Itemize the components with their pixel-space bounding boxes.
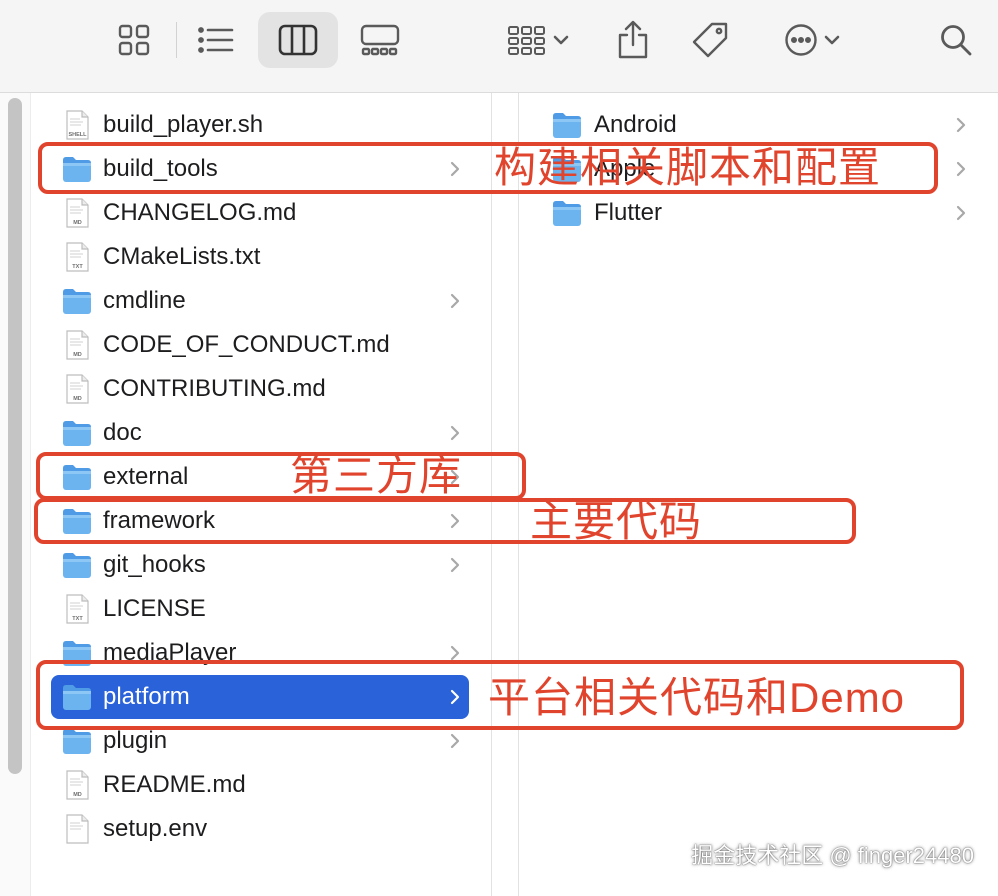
document-icon: MD [66, 198, 89, 228]
share-button[interactable] [603, 12, 663, 68]
document-icon: TXT [66, 594, 89, 624]
chevron-right-icon [450, 557, 460, 573]
annotation-platform: 平台相关代码和Demo [488, 674, 906, 721]
folder-icon [63, 421, 91, 446]
item-name: plugin [103, 727, 168, 754]
folder-icon [63, 729, 91, 754]
chevron-right-icon [956, 117, 966, 133]
file-column-platform: Android Apple Flutter [519, 93, 998, 896]
chevron-right-icon [956, 205, 966, 221]
search-icon [941, 25, 972, 56]
file-row-readme-md[interactable]: MD README.md [51, 763, 469, 807]
file-row-setup-env[interactable]: setup.env [51, 807, 469, 851]
chevron-down-icon [824, 35, 840, 45]
group-grid-icon [508, 26, 545, 55]
item-name: README.md [103, 771, 246, 798]
svg-text:TXT: TXT [72, 616, 83, 622]
folder-icon [63, 553, 91, 578]
watermark: 掘金技术社区 @ finger24480 [691, 843, 974, 868]
document-icon: MD [66, 374, 89, 404]
chevron-right-icon [450, 293, 460, 309]
item-name: setup.env [103, 815, 208, 842]
document-icon: TXT [66, 242, 89, 272]
gallery-icon [360, 24, 400, 56]
item-name: CMakeLists.txt [103, 243, 261, 270]
list-view-button[interactable] [186, 12, 246, 68]
item-name: CONTRIBUTING.md [103, 375, 326, 402]
file-row-changelog-md[interactable]: MD CHANGELOG.md [51, 191, 469, 235]
file-row-cmakelists-txt[interactable]: TXT CMakeLists.txt [51, 235, 469, 279]
document-icon: SHELL [66, 110, 89, 140]
file-row-code-of-conduct-md[interactable]: MD CODE_OF_CONDUCT.md [51, 323, 469, 367]
chevron-right-icon [450, 733, 460, 749]
gallery-view-button[interactable] [350, 12, 410, 68]
item-name: Flutter [594, 199, 663, 226]
folder-icon [553, 201, 581, 226]
file-row-contributing-md[interactable]: MD CONTRIBUTING.md [51, 367, 469, 411]
grid-icon [118, 24, 150, 56]
file-row-license[interactable]: TXT LICENSE [51, 587, 469, 631]
item-name: Android [594, 111, 677, 138]
ellipsis-circle-icon [785, 24, 817, 56]
tag-icon [692, 22, 728, 58]
svg-text:MD: MD [73, 352, 82, 358]
icon-view-button[interactable] [104, 12, 164, 68]
item-name: CODE_OF_CONDUCT.md [103, 331, 390, 358]
chevron-right-icon [956, 161, 966, 177]
list-icon [198, 27, 234, 53]
svg-text:SHELL: SHELL [68, 132, 87, 138]
chevron-down-icon [553, 35, 569, 45]
svg-text:MD: MD [73, 792, 82, 798]
group-button[interactable] [498, 12, 578, 68]
annotation-build-tools: 构建相关脚本和配置 [494, 144, 882, 191]
column-view-button[interactable] [258, 12, 338, 68]
columns-icon [278, 24, 318, 56]
document-icon [66, 814, 89, 844]
annotation-framework: 主要代码 [530, 498, 703, 545]
item-name: cmdline [103, 287, 186, 314]
item-name: git_hooks [103, 551, 206, 578]
share-icon [618, 20, 648, 59]
finder-toolbar [0, 0, 998, 93]
svg-text:MD: MD [73, 220, 82, 226]
svg-text:MD: MD [73, 396, 82, 402]
tag-button[interactable] [680, 12, 740, 68]
folder-icon [553, 113, 581, 138]
scrollbar-thumb[interactable] [8, 98, 22, 774]
annotation-box-framework [34, 498, 856, 544]
item-name: CHANGELOG.md [103, 199, 297, 226]
document-icon: MD [66, 330, 89, 360]
folder-row-git-hooks[interactable]: git_hooks [51, 543, 469, 587]
toolbar-separator [176, 22, 177, 58]
item-name: build_player.sh [103, 111, 264, 138]
folder-row-doc[interactable]: doc [51, 411, 469, 455]
annotation-external: 第三方库 [290, 452, 463, 499]
item-name: doc [103, 419, 142, 446]
folder-icon [63, 289, 91, 314]
chevron-right-icon [450, 425, 460, 441]
folder-row-flutter[interactable]: Flutter [519, 191, 966, 235]
folder-row-android[interactable]: Android [519, 103, 966, 147]
search-button[interactable] [926, 12, 986, 68]
item-name: LICENSE [103, 595, 206, 622]
svg-text:TXT: TXT [72, 264, 83, 270]
document-icon: MD [66, 770, 89, 800]
file-row-build-player-sh[interactable]: SHELL build_player.sh [51, 103, 469, 147]
more-actions-button[interactable] [772, 12, 852, 68]
folder-row-cmdline[interactable]: cmdline [51, 279, 469, 323]
